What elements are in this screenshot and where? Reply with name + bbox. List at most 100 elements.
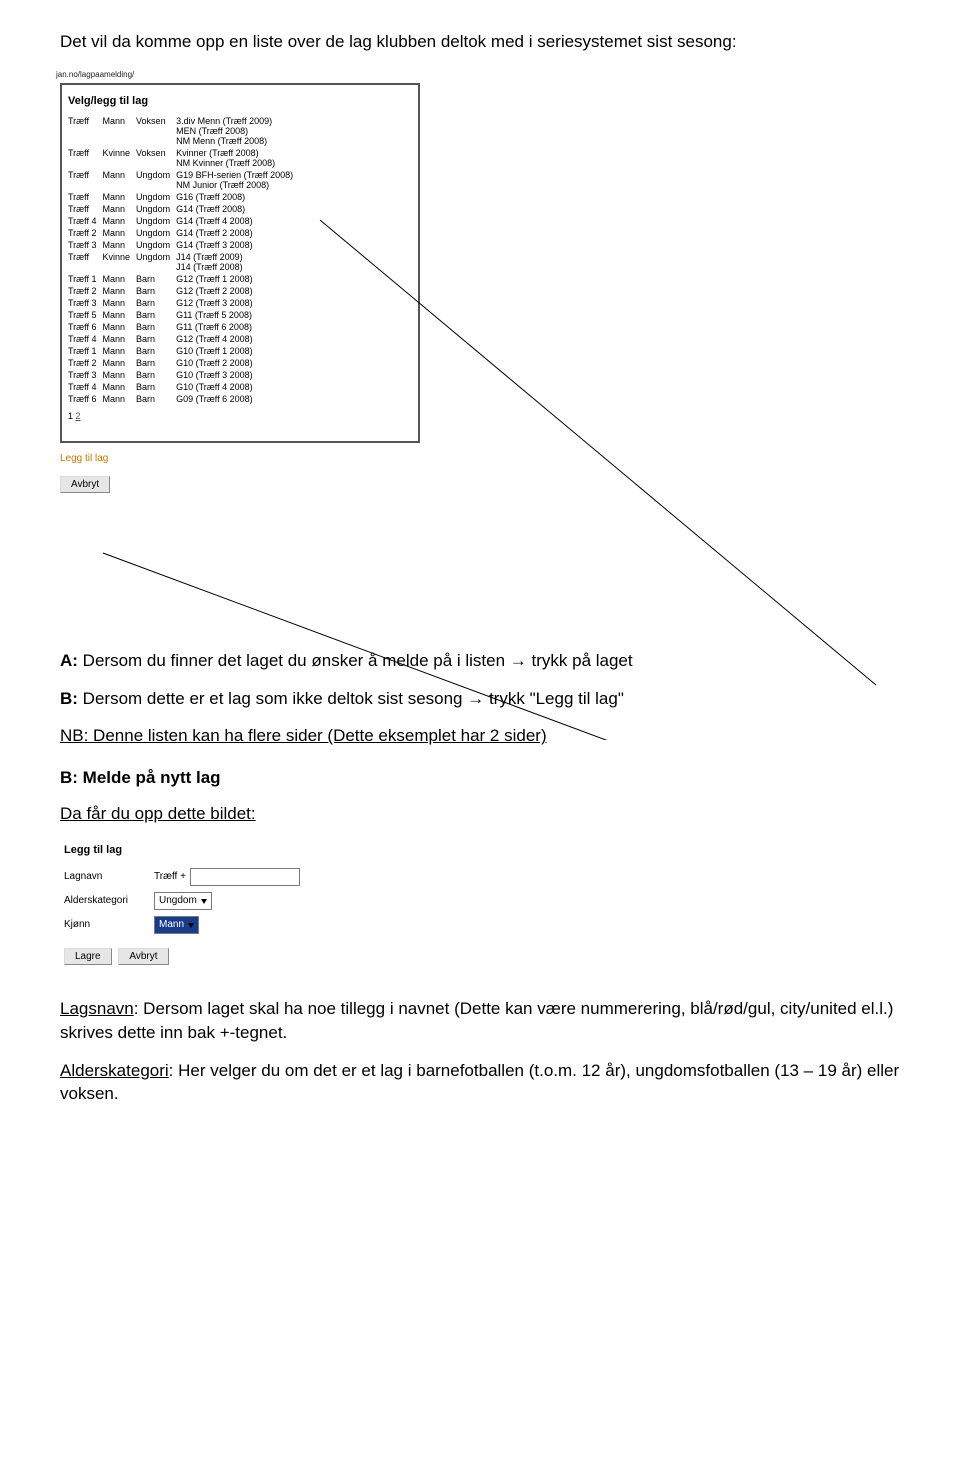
pagination: 1 2 [68,411,412,421]
table-cell: Træff 5 [68,309,103,321]
table-cell: Ungdom [136,203,176,215]
table-cell: G14 (Træff 3 2008) [176,239,299,251]
table-cell: Mann [103,169,137,191]
table-cell: Barn [136,309,176,321]
table-cell: Mann [103,273,137,285]
table-row[interactable]: Træff 2MannBarnG12 (Træff 2 2008) [68,285,299,297]
da-far-text: Da får du opp dette bildet: [60,802,910,826]
table-row[interactable]: TræffMannUngdomG14 (Træff 2008) [68,203,299,215]
alder-lead: Alderskategori [60,1061,169,1080]
cancel-button[interactable]: Avbryt [60,476,110,493]
table-cell: G09 (Træff 6 2008) [176,393,299,405]
table-cell: J14 (Træff 2009)J14 (Træff 2008) [176,251,299,273]
add-team-form-screenshot: Legg til lag Lagnavn Træff + Alderskateg… [60,840,460,969]
table-cell: G10 (Træff 3 2008) [176,369,299,381]
label-a: A: [60,651,78,670]
lagsnavn-rest: : Dersom laget skal ha noe tillegg i nav… [60,999,893,1042]
table-row[interactable]: Træff 6MannBarnG09 (Træff 6 2008) [68,393,299,405]
kjonn-select[interactable]: Mann [154,916,199,934]
avbryt-button[interactable]: Avbryt [118,948,168,965]
table-cell: Kvinne [103,147,137,169]
table-cell: Træff [68,169,103,191]
lagnavn-input[interactable] [190,868,300,886]
table-cell: G10 (Træff 4 2008) [176,381,299,393]
table-cell: G12 (Træff 1 2008) [176,273,299,285]
table-cell: Mann [103,309,137,321]
table-cell: Mann [103,191,137,203]
table-cell: Barn [136,357,176,369]
table-row[interactable]: Træff 3MannUngdomG14 (Træff 3 2008) [68,239,299,251]
paragraph-b: B: Dersom dette er et lag som ikke delto… [60,687,910,711]
table-row[interactable]: Træff 1MannBarnG10 (Træff 1 2008) [68,345,299,357]
table-cell: Træff [68,147,103,169]
table-cell: Ungdom [136,251,176,273]
text-b: Dersom dette er et lag som ikke deltok s… [78,689,624,708]
table-cell: Træff [68,191,103,203]
table-row[interactable]: TræffMannUngdomG19 BFH-serien (Træff 200… [68,169,299,191]
table-row[interactable]: Træff 4MannUngdomG14 (Træff 4 2008) [68,215,299,227]
alder-select[interactable]: Ungdom [154,892,212,910]
table-row[interactable]: TræffKvinneUngdomJ14 (Træff 2009)J14 (Tr… [68,251,299,273]
table-cell: Træff 2 [68,357,103,369]
table-cell: Træff [68,203,103,215]
table-cell: Mann [103,285,137,297]
screenshot-title: Velg/legg til lag [68,95,412,107]
table-cell: Mann [103,333,137,345]
table-row[interactable]: Træff 2MannUngdomG14 (Træff 2 2008) [68,227,299,239]
table-cell: Træff [68,251,103,273]
table-row[interactable]: Træff 6MannBarnG11 (Træff 6 2008) [68,321,299,333]
table-row[interactable]: Træff 4MannBarnG12 (Træff 4 2008) [68,333,299,345]
alder-rest: : Her velger du om det er et lag i barne… [60,1061,899,1104]
table-cell: G12 (Træff 4 2008) [176,333,299,345]
table-cell: Mann [103,345,137,357]
table-row[interactable]: TræffKvinneVoksenKvinner (Træff 2008)NM … [68,147,299,169]
table-cell: Mann [103,239,137,251]
table-cell: Kvinner (Træff 2008)NM Kvinner (Træff 20… [176,147,299,169]
table-cell: Barn [136,393,176,405]
table-cell: 3.div Menn (Træff 2009)MEN (Træff 2008)N… [176,115,299,147]
table-cell: Mann [103,297,137,309]
table-cell: Træff 3 [68,297,103,309]
table-cell: Ungdom [136,239,176,251]
table-cell: G19 BFH-serien (Træff 2008)NM Junior (Tr… [176,169,299,191]
table-cell: G12 (Træff 2 2008) [176,285,299,297]
table-cell: Mann [103,321,137,333]
table-cell: Træff 3 [68,239,103,251]
page-2-link[interactable]: 2 [76,411,81,421]
kjonn-label: Kjønn [64,919,154,930]
table-cell: Træff 6 [68,393,103,405]
table-cell: G11 (Træff 6 2008) [176,321,299,333]
table-cell: Mann [103,203,137,215]
table-cell: Mann [103,357,137,369]
table-row[interactable]: Træff 2MannBarnG10 (Træff 2 2008) [68,357,299,369]
table-cell: G12 (Træff 3 2008) [176,297,299,309]
lagnavn-label: Lagnavn [64,871,154,882]
table-row[interactable]: Træff 3MannBarnG10 (Træff 3 2008) [68,369,299,381]
url-fragment: jan.no/lagpaamelding/ [56,70,134,79]
paragraph-a: A: Dersom du finner det laget du ønsker … [60,649,910,673]
screenshot-container: jan.no/lagpaamelding/ Velg/legg til lag … [60,69,420,624]
table-cell: G11 (Træff 5 2008) [176,309,299,321]
table-row[interactable]: TræffMannUngdomG16 (Træff 2008) [68,191,299,203]
lagre-button[interactable]: Lagre [64,948,112,965]
table-cell: Træff 4 [68,215,103,227]
table-cell: Træff 4 [68,333,103,345]
table-cell: Mann [103,393,137,405]
table-cell: G14 (Træff 2 2008) [176,227,299,239]
table-row[interactable]: Træff 1MannBarnG12 (Træff 1 2008) [68,273,299,285]
table-row[interactable]: Træff 3MannBarnG12 (Træff 3 2008) [68,297,299,309]
table-cell: Mann [103,215,137,227]
table-cell: G16 (Træff 2008) [176,191,299,203]
label-b: B: [60,689,78,708]
lagsnavn-lead: Lagsnavn [60,999,134,1018]
table-cell: Barn [136,273,176,285]
table-cell: Træff 3 [68,369,103,381]
add-team-link[interactable]: Legg til lag [60,453,108,464]
table-cell: Mann [103,381,137,393]
table-cell: Træff 4 [68,381,103,393]
table-cell: Barn [136,381,176,393]
table-row[interactable]: TræffMannVoksen3.div Menn (Træff 2009)ME… [68,115,299,147]
table-row[interactable]: Træff 4MannBarnG10 (Træff 4 2008) [68,381,299,393]
table-cell: Barn [136,297,176,309]
table-row[interactable]: Træff 5MannBarnG11 (Træff 5 2008) [68,309,299,321]
